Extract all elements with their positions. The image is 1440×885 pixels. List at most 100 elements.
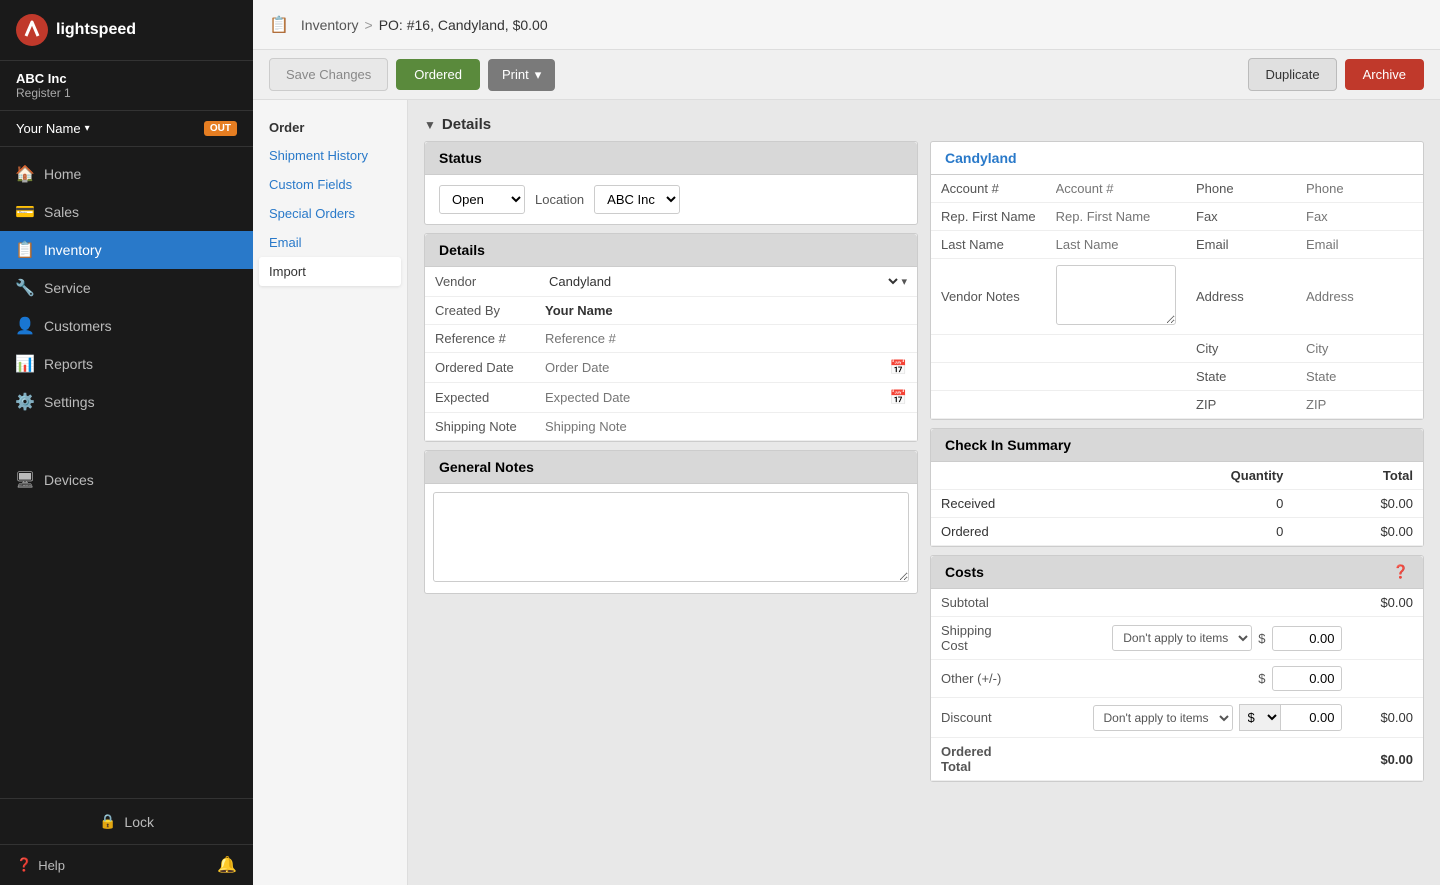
state-input[interactable]	[1306, 369, 1413, 384]
sidebar-item-label: Reports	[44, 356, 93, 372]
discount-value-input[interactable]	[1281, 706, 1341, 729]
nav-import[interactable]: Import	[259, 257, 401, 286]
sales-icon: 💳	[16, 203, 34, 221]
account-input-cell	[1046, 175, 1186, 203]
lock-icon: 🔒	[99, 813, 116, 830]
sidebar-item-devices[interactable]: 🖥 Devices	[0, 461, 253, 499]
ordered-row-total: $0.00	[1293, 518, 1423, 546]
nav-email[interactable]: Email	[253, 228, 407, 257]
vendor-select[interactable]: Candyland	[545, 273, 901, 290]
reference-input-cell	[535, 325, 917, 353]
general-notes-textarea[interactable]	[433, 492, 909, 582]
right-column: Candyland Account # Phone	[930, 141, 1424, 782]
phone-label: Phone	[1186, 175, 1296, 203]
sidebar-item-settings[interactable]: ⚙️ Settings	[0, 383, 253, 421]
notes-body	[425, 484, 917, 593]
order-nav: Order Shipment History Custom Fields Spe…	[253, 100, 408, 885]
discount-controls-wrap: Don't apply to items Apply to items $ %	[1041, 704, 1342, 731]
sidebar-item-label: Devices	[44, 472, 94, 488]
archive-button[interactable]: Archive	[1345, 59, 1424, 90]
print-button[interactable]: Print ▾	[488, 59, 555, 91]
state-label: State	[1186, 363, 1296, 391]
shipping-note-row: Shipping Note	[425, 413, 917, 441]
other-controls: $	[1031, 660, 1352, 698]
expected-date-input[interactable]	[545, 390, 890, 405]
rep-row: Rep. First Name Fax	[931, 203, 1423, 231]
sidebar-item-label: Customers	[44, 318, 112, 334]
vendor-row: Vendor Candyland ▾	[425, 267, 917, 297]
inventory-breadcrumb-icon: 📋	[269, 15, 289, 35]
city-label-spacer	[931, 335, 1046, 363]
checkin-col-total: Total	[1293, 462, 1423, 490]
general-notes-section: General Notes	[424, 450, 918, 594]
chevron-down-icon: ▾	[85, 123, 90, 134]
toolbar: Save Changes Ordered Print ▾ Duplicate A…	[253, 50, 1440, 100]
vendor-notes-textarea[interactable]	[1056, 265, 1176, 325]
settings-icon: ⚙️	[16, 393, 34, 411]
nav-custom-fields[interactable]: Custom Fields	[253, 170, 407, 199]
account-input[interactable]	[1056, 181, 1176, 196]
sidebar-item-inventory[interactable]: 📋 Inventory	[0, 231, 253, 269]
sidebar-item-label: Settings	[44, 394, 95, 410]
city-input[interactable]	[1306, 341, 1413, 356]
shipping-note-cell	[535, 413, 917, 441]
sidebar: lightspeed ABC Inc Register 1 Your Name …	[0, 0, 253, 885]
received-total: $0.00	[1293, 490, 1423, 518]
phone-input[interactable]	[1306, 181, 1413, 196]
discount-apply-select[interactable]: Don't apply to items Apply to items	[1093, 705, 1233, 731]
details-form-header: Details	[425, 234, 917, 267]
calendar-icon[interactable]: 📅	[890, 359, 907, 376]
costs-header: Costs ❓	[931, 556, 1423, 589]
sidebar-item-home[interactable]: 🏠 Home	[0, 155, 253, 193]
fax-input[interactable]	[1306, 209, 1413, 224]
help-label: Help	[38, 858, 65, 873]
details-section-header: ▼ Details	[424, 116, 1424, 133]
lightspeed-logo-icon	[16, 14, 48, 46]
lock-button[interactable]: 🔒 Lock	[0, 799, 253, 844]
duplicate-button[interactable]: Duplicate	[1248, 58, 1336, 91]
last-name-input[interactable]	[1056, 237, 1176, 252]
nav-special-orders[interactable]: Special Orders	[253, 199, 407, 228]
service-icon: 🔧	[16, 279, 34, 297]
location-select[interactable]: ABC Inc	[594, 185, 680, 214]
help-link[interactable]: ❓ Help	[16, 857, 65, 873]
address-input[interactable]	[1306, 289, 1413, 304]
rep-first-input-cell	[1046, 203, 1186, 231]
save-changes-button[interactable]: Save Changes	[269, 58, 388, 91]
register-name: Register 1	[16, 86, 237, 100]
other-amount-input[interactable]	[1272, 666, 1342, 691]
rep-first-input[interactable]	[1056, 209, 1176, 224]
bell-icon[interactable]: 🔔	[217, 855, 237, 875]
print-label: Print	[502, 67, 529, 82]
vendor-select-wrap: Candyland ▾	[545, 273, 907, 290]
vendor-label: Vendor	[425, 267, 535, 297]
shipping-note-input[interactable]	[545, 419, 907, 434]
expected-date-wrap: 📅	[545, 389, 907, 406]
sidebar-item-service[interactable]: 🔧 Service	[0, 269, 253, 307]
costs-info-icon[interactable]: ❓	[1393, 564, 1409, 580]
other-controls-wrap: $	[1041, 666, 1342, 691]
sidebar-item-sales[interactable]: 💳 Sales	[0, 193, 253, 231]
reference-input[interactable]	[545, 331, 907, 346]
expected-calendar-icon[interactable]: 📅	[890, 389, 907, 406]
user-area[interactable]: Your Name ▾ OUT	[0, 111, 253, 147]
zip-input[interactable]	[1306, 397, 1413, 412]
vendor-notes-label: Vendor Notes	[931, 259, 1046, 335]
question-icon: ❓	[16, 857, 32, 873]
details-toggle-icon[interactable]: ▼	[424, 118, 436, 132]
breadcrumb: Inventory > PO: #16, Candyland, $0.00	[301, 17, 1424, 33]
shipping-amount-input[interactable]	[1272, 626, 1342, 651]
general-notes-header: General Notes	[425, 451, 917, 484]
reports-icon: 📊	[16, 355, 34, 373]
nav-shipment-history[interactable]: Shipment History	[253, 141, 407, 170]
discount-type-select[interactable]: $ %	[1240, 705, 1281, 730]
shipping-total	[1352, 617, 1424, 660]
ordered-date-input[interactable]	[545, 360, 890, 375]
shipping-apply-select[interactable]: Don't apply to items Apply to items	[1112, 625, 1252, 651]
checkin-section: Check In Summary Quantity Total	[930, 428, 1424, 547]
email-input[interactable]	[1306, 237, 1413, 252]
sidebar-item-customers[interactable]: 👤 Customers	[0, 307, 253, 345]
ordered-button[interactable]: Ordered	[396, 59, 480, 90]
sidebar-item-reports[interactable]: 📊 Reports	[0, 345, 253, 383]
status-select[interactable]: Open Closed Pending	[439, 185, 525, 214]
